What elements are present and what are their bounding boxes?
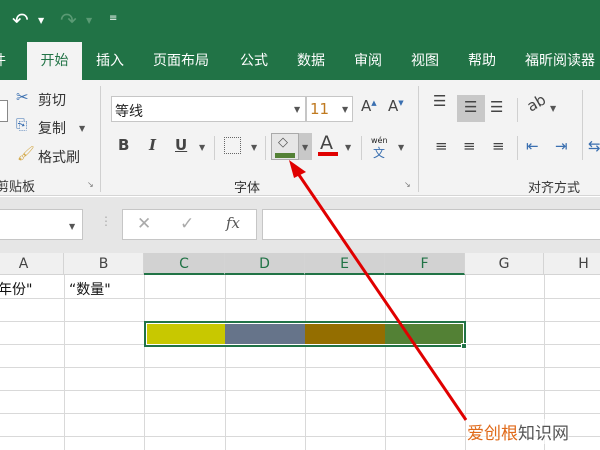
watermark: 爱创根知识网 [467, 419, 569, 444]
arrow-line [295, 171, 468, 421]
annotation-arrow [289, 160, 468, 421]
arrow-head [289, 160, 306, 178]
